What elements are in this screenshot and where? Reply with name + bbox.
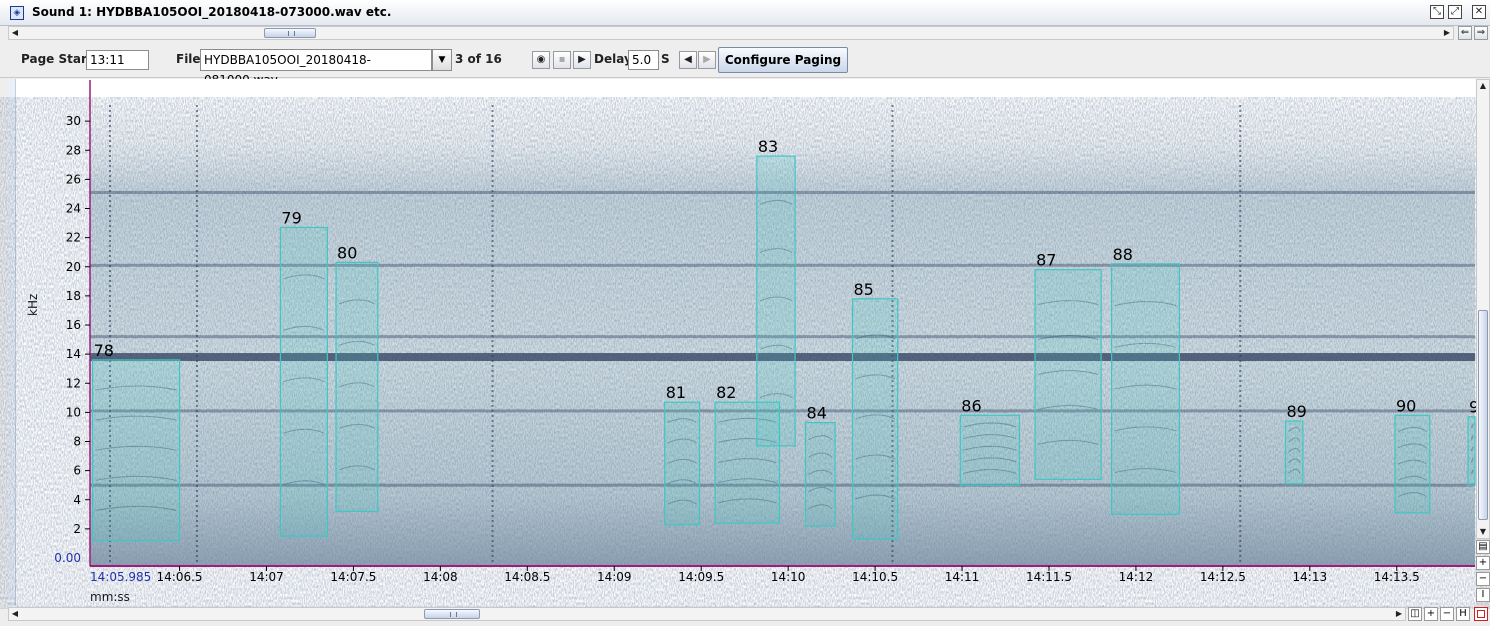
y-tick-label: 6 (73, 464, 81, 478)
x-tick-label: 14:10 (771, 570, 806, 584)
y-tick-label: 16 (66, 318, 81, 332)
selection-label: 82 (716, 383, 736, 402)
y-tick-label: 18 (66, 289, 81, 303)
selection-box[interactable] (664, 401, 701, 526)
zoom-out-vertical-icon[interactable]: − (1476, 572, 1490, 586)
y-tick-label: 28 (66, 143, 81, 157)
selection-label: 85 (853, 280, 873, 299)
x-tick-label: 14:12.5 (1200, 570, 1246, 584)
vertical-scrollbar[interactable]: ▲ ▼ (1476, 79, 1490, 539)
bottom-scrollbar[interactable]: ◀ ▶ (8, 607, 1406, 621)
selection-label: 80 (337, 243, 357, 262)
selection-label: 84 (807, 404, 827, 423)
bottom-scroll-right-icon[interactable]: ▶ (1393, 608, 1405, 620)
x-tick-label: 14:10.5 (852, 570, 898, 584)
x-tick-label: 14:09.5 (678, 570, 724, 584)
y-tick-label: 14 (66, 347, 81, 361)
bottom-scroll-left-icon[interactable]: ◀ (9, 608, 21, 620)
x-tick-label: 14:06.5 (157, 570, 203, 584)
y-tick-label: 12 (66, 376, 81, 390)
spectrogram-chart[interactable]: 246810121416182022242628300.0014:05.985 1… (0, 0, 1490, 626)
x-tick-label: 14:07 (249, 570, 284, 584)
scroll-down-icon[interactable]: ▼ (1477, 526, 1489, 538)
selection-label: 87 (1036, 251, 1056, 270)
x-tick-label: 14:13 (1293, 570, 1328, 584)
zoom-in-vertical-icon[interactable]: + (1476, 556, 1490, 570)
full-range-vertical-icon[interactable]: I (1476, 588, 1490, 602)
vertical-scrollbar-thumb[interactable] (1478, 310, 1488, 520)
x-tick-label: 14:11 (945, 570, 980, 584)
zoom-out-horizontal-icon[interactable]: − (1440, 607, 1454, 621)
scroll-up-icon[interactable]: ▲ (1477, 80, 1489, 92)
x-tick-label: 14:08.5 (504, 570, 550, 584)
selection-box[interactable] (1284, 420, 1304, 485)
selection-label: 88 (1113, 245, 1133, 264)
selection-label: 79 (281, 208, 301, 227)
zoom-in-horizontal-icon[interactable]: + (1424, 607, 1438, 621)
fit-vertical-icon[interactable]: ▤ (1476, 540, 1490, 554)
x-tick-label: 14:13.5 (1374, 570, 1420, 584)
selection-label: 78 (94, 341, 114, 360)
fit-horizontal-icon[interactable]: ◫ (1408, 607, 1422, 621)
x-tick-label: 14:07.5 (330, 570, 376, 584)
y-tick-label: 26 (66, 172, 81, 186)
selection-box[interactable] (92, 359, 181, 542)
x-tick-label: 14:11.5 (1026, 570, 1072, 584)
cancel-zoom-icon[interactable] (1474, 607, 1488, 621)
selection-label: 83 (758, 137, 778, 156)
y-tick-label: 4 (73, 493, 81, 507)
x-tick-label: 14:09 (597, 570, 632, 584)
y-zero-label: 0.00 (54, 551, 81, 565)
y-tick-label: 30 (66, 114, 81, 128)
full-range-horizontal-icon[interactable]: H (1456, 607, 1470, 621)
selection-label: 89 (1286, 402, 1306, 421)
selection-box[interactable] (279, 226, 328, 537)
y-tick-label: 24 (66, 202, 81, 216)
y-tick-label: 2 (73, 522, 81, 536)
selection-label: 86 (961, 396, 981, 415)
y-tick-label: 10 (66, 405, 81, 419)
selection-label: 81 (666, 383, 686, 402)
x-tick-label: 14:08 (423, 570, 458, 584)
selection-label: 90 (1396, 396, 1416, 415)
x-tick-label: 14:12 (1119, 570, 1154, 584)
y-tick-label: 22 (66, 231, 81, 245)
y-tick-label: 8 (73, 435, 81, 449)
selection-box[interactable] (756, 155, 796, 447)
y-tick-label: 20 (66, 260, 81, 274)
bottom-scrollbar-thumb[interactable] (424, 609, 480, 619)
x-start-label: 14:05.985 (90, 570, 151, 584)
